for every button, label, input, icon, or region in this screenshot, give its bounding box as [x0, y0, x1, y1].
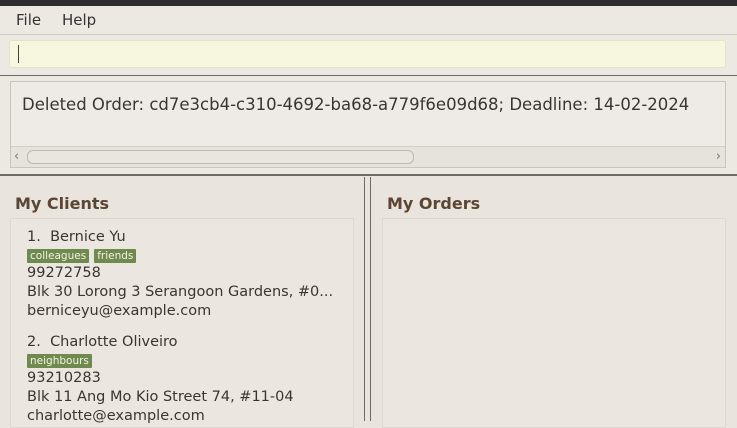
client-index: 2. — [27, 334, 41, 350]
client-index: 1. — [27, 229, 41, 245]
command-input[interactable] — [9, 40, 726, 68]
client-phone: 99272758 — [27, 265, 101, 281]
client-tags: neighbours — [27, 352, 294, 369]
command-box — [0, 35, 737, 76]
menu-help[interactable]: Help — [62, 11, 96, 29]
clients-panel: My Clients 1. Bernice Yu colleagues frien… — [0, 177, 365, 428]
client-address: Blk 11 Ang Mo Kio Street 74, #11-04 — [27, 389, 294, 405]
tag-label: friends — [94, 249, 137, 263]
client-name-line: 1. Bernice Yu — [27, 228, 333, 247]
menu-bar: File Help — [0, 6, 737, 35]
menu-file[interactable]: File — [16, 11, 41, 29]
horizontal-scrollbar[interactable]: ‹ › — [11, 146, 725, 167]
client-phone: 93210283 — [27, 370, 101, 386]
client-email: berniceyu@example.com — [27, 303, 212, 319]
order-list[interactable] — [382, 218, 726, 428]
client-email: charlotte@example.com — [27, 408, 205, 424]
client-name: Bernice Yu — [50, 229, 126, 245]
client-card[interactable]: 1. Bernice Yu colleagues friends 99272758… — [27, 228, 333, 321]
orders-panel-title: My Orders — [387, 194, 481, 213]
chevron-left-icon[interactable]: ‹ — [14, 147, 19, 166]
client-address: Blk 30 Lorong 3 Serangoon Gardens, #0... — [27, 284, 334, 300]
scrollbar-thumb[interactable] — [27, 150, 414, 164]
orders-panel: My Orders — [370, 177, 737, 428]
client-name: Charlotte Oliveiro — [50, 334, 178, 350]
result-display-container: Deleted Order: cd7e3cb4-c310-4692-ba68-a… — [0, 76, 737, 176]
clients-panel-title: My Clients — [15, 194, 110, 213]
text-caret — [18, 45, 19, 63]
client-list[interactable]: 1. Bernice Yu colleagues friends 99272758… — [10, 218, 354, 428]
chevron-right-icon[interactable]: › — [716, 147, 721, 166]
client-tags: colleagues friends — [27, 247, 333, 264]
tag-label: colleagues — [27, 249, 90, 263]
result-display: Deleted Order: cd7e3cb4-c310-4692-ba68-a… — [10, 81, 726, 168]
tag-label: neighbours — [27, 354, 92, 368]
result-message: Deleted Order: cd7e3cb4-c310-4692-ba68-a… — [22, 95, 690, 114]
client-name-line: 2. Charlotte Oliveiro — [27, 333, 294, 352]
client-card[interactable]: 2. Charlotte Oliveiro neighbours 9321028… — [27, 333, 294, 426]
